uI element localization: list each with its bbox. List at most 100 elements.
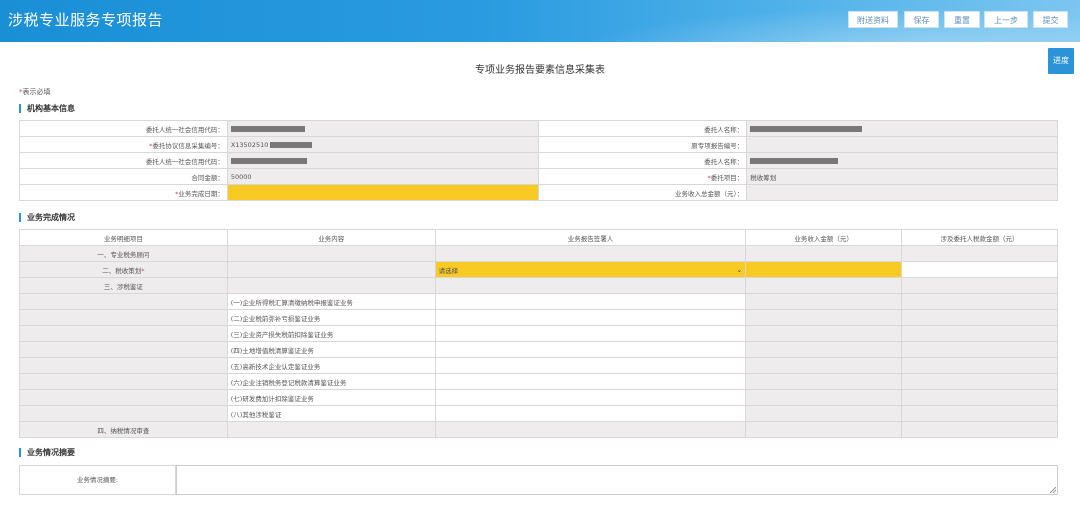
row-content	[226, 421, 436, 438]
table-row: *业务完成日期： 业务收入总金额（元）：	[19, 184, 1058, 201]
required-note-text: 表示必填	[22, 88, 51, 96]
section-title-completion: 业务完成情况	[19, 213, 75, 222]
institution-info-table: 委托人统一社会信用代码： 委托人名称： *委托协议信息采集编号： X135025…	[19, 120, 1058, 201]
client-name-label-2: 委托人名称：	[538, 152, 748, 169]
row-item	[19, 357, 228, 374]
signer-cell[interactable]	[434, 357, 747, 374]
submit-button[interactable]: 提交	[1033, 11, 1068, 28]
original-report-no-field[interactable]	[746, 136, 1058, 153]
previous-step-button[interactable]: 上一步	[984, 11, 1028, 28]
row-content: (一)企业所得税汇算清缴纳税申报鉴证业务	[226, 293, 436, 310]
tax-amount-cell	[901, 373, 1058, 390]
row-item: 四、纳税情况审查	[19, 421, 228, 438]
summary-textarea[interactable]	[176, 465, 1058, 495]
table-row: (六)企业注销税务登记税款清算鉴证业务	[19, 373, 1058, 390]
client-name-field-2[interactable]	[746, 152, 1058, 169]
total-income-label: 业务收入总金额（元）：	[538, 184, 748, 201]
signer-cell[interactable]	[434, 405, 747, 422]
income-cell	[745, 357, 903, 374]
table-row: 委托人统一社会信用代码： 委托人名称：	[19, 152, 1058, 169]
app-title: 涉税专业服务专项报告	[8, 11, 164, 29]
table-row: 二、税收策划* 请选择 ⌄	[19, 261, 1058, 278]
contract-amount-label: 合同金额：	[19, 168, 228, 185]
table-row: (五)高新技术企业认定鉴证业务	[19, 357, 1058, 374]
signer-cell[interactable]	[434, 293, 747, 310]
row-item	[19, 405, 228, 422]
income-cell	[745, 277, 903, 294]
signer-cell[interactable]	[434, 325, 747, 342]
tax-amount-input[interactable]	[901, 261, 1058, 278]
table-header-row: 业务明细项目 业务内容 业务报告签署人 业务收入金额（元） 涉及委托人税款金额（…	[19, 229, 1058, 246]
completion-date-field[interactable]	[226, 184, 540, 201]
total-income-field[interactable]	[746, 184, 1058, 201]
row-item: 二、税收策划*	[19, 261, 228, 278]
signer-cell[interactable]	[434, 309, 747, 326]
row-item	[19, 341, 228, 358]
column-header: 业务明细项目	[19, 229, 228, 246]
table-row: *委托协议信息采集编号： X13502510 原专项报告编号：	[19, 136, 1058, 153]
signer-cell[interactable]	[434, 373, 747, 390]
row-item	[19, 325, 228, 342]
signer-cell[interactable]	[434, 389, 747, 406]
table-row: (三)企业资产损失税前扣除鉴证业务	[19, 325, 1058, 342]
tax-amount-cell	[901, 357, 1058, 374]
table-row: 合同金额： 50000 *委托项目： 税收筹划	[19, 168, 1058, 185]
income-cell	[745, 421, 903, 438]
table-row: 四、纳税情况审查	[19, 421, 1058, 438]
credit-code-label: 委托人统一社会信用代码：	[19, 120, 228, 137]
table-row: 委托人统一社会信用代码： 委托人名称：	[19, 120, 1058, 137]
row-content: (八)其他涉税鉴证	[226, 405, 436, 422]
signer-cell[interactable]	[434, 341, 747, 358]
summary-label: 业务情况摘要:	[19, 465, 176, 495]
agreement-no-field[interactable]: X13502510	[226, 136, 540, 153]
resize-handle-icon[interactable]	[1050, 487, 1056, 493]
signer-cell	[434, 421, 747, 438]
income-cell	[745, 405, 903, 422]
row-item	[19, 373, 228, 390]
credit-code-field-2[interactable]	[226, 152, 540, 169]
reset-button[interactable]: 重置	[944, 11, 980, 28]
table-row: (四)土地增值税清算鉴证业务	[19, 341, 1058, 358]
table-row: (八)其他涉税鉴证	[19, 405, 1058, 422]
form-title: 专项业务报告要素信息采集表	[475, 65, 605, 76]
row-item	[19, 309, 228, 326]
section-title-institution: 机构基本信息	[19, 104, 75, 113]
tax-amount-cell	[901, 245, 1058, 262]
tax-amount-cell	[901, 277, 1058, 294]
table-row: 一、专业税务顾问	[19, 245, 1058, 262]
row-content	[226, 245, 436, 262]
section-title-summary: 业务情况摘要	[19, 448, 75, 457]
row-item: 一、专业税务顾问	[19, 245, 228, 262]
redacted-value	[750, 157, 839, 164]
signer-cell	[434, 245, 747, 262]
tax-amount-cell	[901, 341, 1058, 358]
client-name-field[interactable]	[746, 120, 1058, 137]
income-cell	[745, 293, 903, 310]
agreement-no-label: *委托协议信息采集编号：	[19, 136, 228, 153]
row-item	[19, 389, 228, 406]
header-bar: 涉税专业服务专项报告 附送资料 保存 重置 上一步 提交	[0, 0, 1080, 42]
column-header: 业务报告签署人	[434, 229, 747, 246]
redacted-value	[230, 125, 305, 132]
redacted-value	[230, 157, 307, 164]
save-button[interactable]: 保存	[904, 11, 939, 28]
contract-amount-field[interactable]: 50000	[226, 168, 540, 185]
commission-item-field[interactable]: 税收筹划	[746, 168, 1058, 185]
signer-select[interactable]: 请选择 ⌄	[434, 261, 747, 278]
credit-code-field[interactable]	[226, 120, 540, 137]
tax-amount-cell	[901, 389, 1058, 406]
column-header: 业务内容	[226, 229, 436, 246]
tax-amount-cell	[901, 293, 1058, 310]
chevron-down-icon: ⌄	[736, 265, 743, 274]
row-content: (五)高新技术企业认定鉴证业务	[226, 357, 436, 374]
row-item: 三、涉税鉴证	[19, 277, 228, 294]
row-item	[19, 293, 228, 310]
tax-amount-cell	[901, 405, 1058, 422]
attach-docs-button[interactable]: 附送资料	[848, 11, 898, 28]
income-cell	[745, 245, 903, 262]
row-content	[226, 277, 436, 294]
row-content: (六)企业注销税务登记税款清算鉴证业务	[226, 373, 436, 390]
table-row: (一)企业所得税汇算清缴纳税申报鉴证业务	[19, 293, 1058, 310]
income-input[interactable]	[745, 261, 903, 278]
redacted-value	[750, 125, 863, 132]
